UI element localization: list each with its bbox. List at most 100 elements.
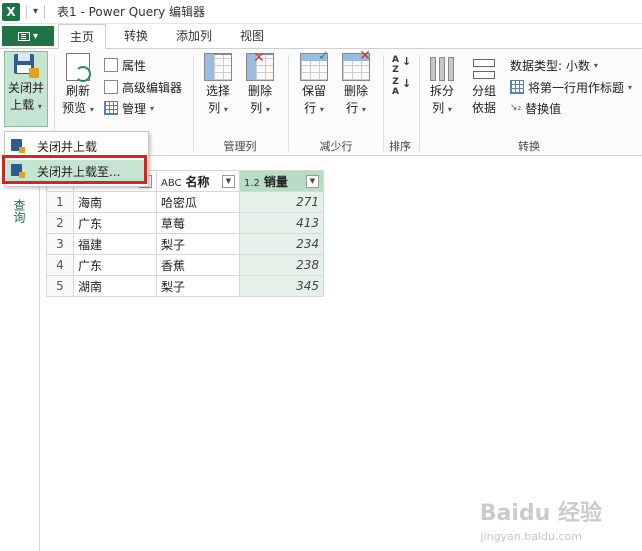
remove-rows-button[interactable]: ✕ 删除 行 ▾ [338, 48, 374, 118]
table-cell[interactable]: 哈密瓜 [156, 191, 240, 213]
file-menu-button[interactable]: ▾ [2, 26, 54, 46]
column-type-icon[interactable]: ABC [161, 178, 182, 189]
table-cell[interactable]: 梨子 [156, 275, 240, 297]
advanced-editor-icon [104, 80, 118, 94]
chevron-down-icon: ▾ [319, 105, 324, 114]
filter-dropdown-icon[interactable]: ▼ [222, 174, 235, 188]
group-by-button[interactable]: 分组 依据 [466, 53, 502, 117]
chevron-down-icon: ▾ [223, 105, 228, 114]
first-row-header-label: 将第一行用作标题 [528, 80, 625, 95]
split-column-icon [427, 53, 457, 81]
replace-values-icon: ↘₂ [510, 103, 522, 113]
group-label-manage-columns: 管理列 [223, 140, 257, 153]
chevron-down-icon: ▾ [628, 82, 633, 92]
queries-pane-collapsed[interactable]: 查询 [0, 157, 40, 551]
group-by-label-line2: 依据 [471, 101, 496, 115]
choose-columns-label-line1: 选择 [205, 84, 230, 98]
sort-descending-button[interactable]: ZA ↓ [390, 75, 412, 99]
remove-columns-icon: ✕ [246, 50, 274, 81]
keep-rows-icon: ✓ [300, 49, 329, 81]
column-header[interactable]: ABC 名称 ▼ [156, 170, 240, 192]
quick-access-dropdown-icon[interactable]: ▾ [33, 6, 38, 17]
table-cell[interactable]: 海南 [73, 191, 157, 213]
column-header-selected[interactable]: 1.2 销量 ▼ [239, 170, 324, 192]
row-number: 2 [46, 212, 74, 234]
column-header-label: 销量 [263, 174, 288, 189]
table-cell[interactable]: 香蕉 [156, 254, 240, 276]
table-cell[interactable]: 湖南 [73, 275, 157, 297]
title-separator [44, 4, 46, 19]
table-cell[interactable]: 234 [239, 233, 324, 255]
menu-item-close-and-load-to[interactable]: 关闭并上载至... [7, 160, 146, 182]
refresh-label-line1: 刷新 [65, 84, 90, 98]
data-type-dropdown[interactable]: 数据类型: 小数 ▾ [510, 55, 598, 75]
table-row[interactable]: 3 福建 梨子 234 [46, 233, 324, 255]
table-cell[interactable]: 广东 [73, 212, 157, 234]
manage-button[interactable]: 管理 ▾ [104, 98, 154, 118]
keep-rows-label-line2: 行 [304, 101, 317, 115]
remove-rows-label-line1: 删除 [343, 84, 368, 98]
chevron-down-icon: ▾ [265, 105, 270, 114]
title-separator [26, 4, 27, 19]
chevron-down-icon: ▾ [32, 30, 39, 42]
table-cell[interactable]: 238 [239, 254, 324, 276]
row-number: 3 [46, 233, 74, 255]
table-row[interactable]: 2 广东 草莓 413 [46, 212, 324, 234]
row-number: 4 [46, 254, 74, 276]
menu-item-label: 关闭并上载 [37, 139, 98, 154]
table-cell[interactable]: 271 [239, 191, 324, 213]
advanced-editor-button[interactable]: 高级编辑器 [104, 77, 182, 97]
excel-logo-icon: X [2, 2, 20, 21]
split-column-button[interactable]: 拆分 列 ▾ [424, 53, 460, 118]
row-number: 5 [46, 275, 74, 297]
table-row[interactable]: 1 海南 哈密瓜 271 [46, 191, 324, 213]
menu-item-close-and-load[interactable]: 关闭并上载 [7, 135, 146, 157]
row-number: 1 [46, 191, 74, 213]
table-cell[interactable]: 梨子 [156, 233, 240, 255]
close-load-label-line2: 上载 [10, 98, 35, 112]
table-row[interactable]: 4 广东 香蕉 238 [46, 254, 324, 276]
sort-ascending-icon: AZ [392, 55, 399, 75]
refresh-label-line2: 预览 [62, 101, 87, 115]
title-bar: X ▾ 表1 - Power Query 编辑器 [0, 0, 642, 24]
window-title: 表1 - Power Query 编辑器 [57, 5, 206, 19]
tab-add-column[interactable]: 添加列 [166, 24, 222, 49]
tab-transform[interactable]: 转换 [112, 24, 160, 49]
group-label-transform: 转换 [518, 140, 540, 153]
menu-item-label: 关闭并上载至... [37, 164, 121, 179]
chevron-down-icon: ▾ [593, 60, 598, 70]
chevron-down-icon: ▾ [89, 105, 94, 114]
properties-button[interactable]: 属性 [104, 55, 146, 75]
choose-columns-icon [204, 53, 232, 81]
sort-descending-icon: ZA [392, 77, 399, 97]
remove-rows-label-line2: 行 [346, 101, 359, 115]
refresh-preview-button[interactable]: 刷新 预览 ▾ [60, 53, 96, 118]
save-close-icon [13, 52, 39, 78]
column-type-icon[interactable]: 1.2 [244, 178, 260, 189]
table-cell[interactable]: 草莓 [156, 212, 240, 234]
refresh-icon [66, 53, 91, 82]
chevron-down-icon: ▾ [150, 103, 155, 113]
chevron-down-icon: ▾ [361, 105, 366, 114]
table-cell[interactable]: 413 [239, 212, 324, 234]
use-first-row-as-headers-button[interactable]: 将第一行用作标题 ▾ [510, 77, 632, 97]
replace-values-button[interactable]: ↘₂ 替换值 [510, 98, 561, 118]
table-row[interactable]: 5 湖南 梨子 345 [46, 275, 324, 297]
close-load-button[interactable]: 关闭并 上载 ▾ [4, 51, 48, 127]
baidu-watermark: Baidu 经验 [479, 501, 602, 526]
tab-view[interactable]: 视图 [228, 24, 276, 49]
tab-home[interactable]: 主页 [58, 24, 106, 49]
choose-columns-button[interactable]: 选择 列 ▾ [200, 53, 236, 118]
save-close-to-icon [11, 164, 25, 178]
keep-rows-button[interactable]: ✓ 保留 行 ▾ [296, 49, 332, 118]
table-cell[interactable]: 广东 [73, 254, 157, 276]
remove-rows-icon: ✕ [342, 48, 371, 81]
table-cell[interactable]: 345 [239, 275, 324, 297]
manage-icon [104, 101, 118, 115]
remove-columns-button[interactable]: ✕ 删除 列 ▾ [242, 50, 278, 118]
group-label-reduce-rows: 减少行 [319, 140, 353, 153]
filter-dropdown-icon[interactable]: ▼ [306, 174, 319, 188]
remove-columns-label-line2: 列 [250, 101, 263, 115]
queries-pane-label[interactable]: 查询 [11, 199, 28, 223]
table-cell[interactable]: 福建 [73, 233, 157, 255]
